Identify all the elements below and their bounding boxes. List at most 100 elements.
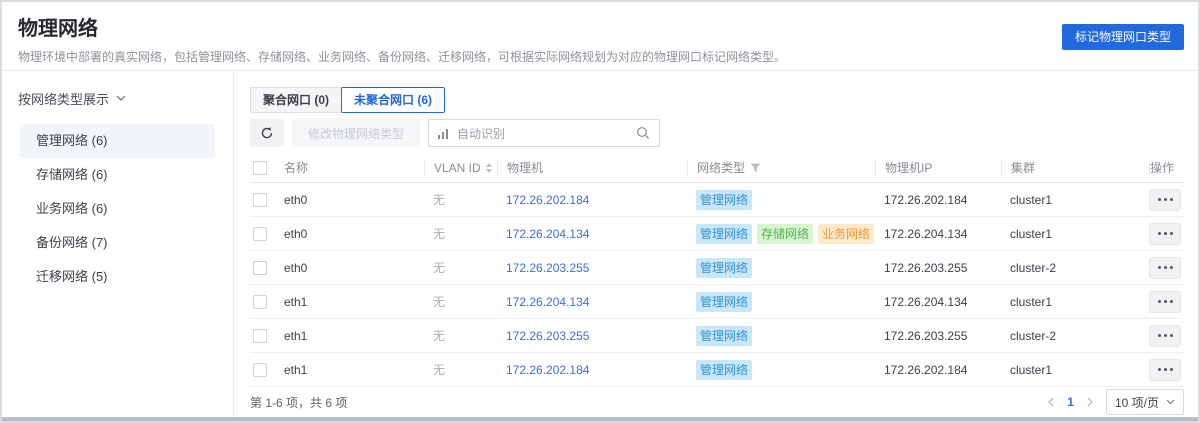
column-header-cluster[interactable]: 集群 bbox=[1001, 161, 1149, 175]
vlan-id: 无 bbox=[424, 191, 497, 208]
row-actions-button[interactable] bbox=[1149, 291, 1181, 313]
network-type-tags: 管理网络存储网络业务网络 bbox=[687, 224, 875, 244]
column-header-network-type[interactable]: 网络类型 bbox=[687, 161, 875, 175]
host-ip: 172.26.203.255 bbox=[875, 261, 1001, 275]
row-actions-button[interactable] bbox=[1149, 223, 1181, 245]
sidebar-group-toggle[interactable]: 按网络类型展示 bbox=[18, 89, 217, 108]
page-title: 物理网络 bbox=[18, 17, 1182, 41]
row-checkbox[interactable] bbox=[253, 261, 267, 275]
table-row: eth0 无 172.26.204.134 管理网络存储网络业务网络 172.2… bbox=[250, 217, 1184, 251]
row-actions-button[interactable] bbox=[1149, 359, 1181, 381]
chevron-down-icon bbox=[116, 95, 126, 102]
sort-icon[interactable] bbox=[486, 163, 492, 173]
window-bottom-edge bbox=[2, 417, 1198, 421]
host-ip: 172.26.204.134 bbox=[875, 227, 1001, 241]
sidebar-item-migration-network[interactable]: 迁移网络 (5) bbox=[20, 260, 215, 294]
row-actions-button[interactable] bbox=[1149, 257, 1181, 279]
network-type-tag: 管理网络 bbox=[696, 360, 752, 380]
tab-unaggregated-ports[interactable]: 未聚合网口 (6) bbox=[341, 87, 445, 113]
port-tabs: 聚合网口 (0) 未聚合网口 (6) bbox=[250, 87, 1184, 113]
sidebar-item-backup-network[interactable]: 备份网络 (7) bbox=[20, 226, 215, 260]
prev-page-icon[interactable] bbox=[1047, 397, 1055, 407]
column-header-host-ip[interactable]: 物理机IP bbox=[875, 161, 1001, 175]
modify-network-type-button[interactable]: 修改物理网络类型 bbox=[292, 119, 420, 147]
sidebar-group-label: 按网络类型展示 bbox=[18, 89, 109, 108]
page-header: 物理网络 物理环境中部署的真实网络，包括管理网络、存储网络、业务网络、备份网络、… bbox=[2, 2, 1198, 70]
port-name: eth0 bbox=[284, 227, 424, 241]
body-area: 按网络类型展示 管理网络 (6) 存储网络 (6) 业务网络 (6) 备份网络 … bbox=[2, 70, 1198, 419]
table-row: eth1 无 172.26.204.134 管理网络 172.26.204.13… bbox=[250, 285, 1184, 319]
search-icon[interactable] bbox=[636, 126, 650, 140]
port-name: eth0 bbox=[284, 261, 424, 275]
ellipsis-icon bbox=[1158, 368, 1161, 371]
host-link[interactable]: 172.26.204.134 bbox=[506, 295, 589, 309]
ellipsis-icon bbox=[1170, 198, 1173, 201]
sidebar-item-business-network[interactable]: 业务网络 (6) bbox=[20, 192, 215, 226]
network-type-tag: 管理网络 bbox=[696, 326, 752, 346]
pagination: 1 10 项/页 bbox=[1047, 389, 1184, 415]
physical-network-page: 物理网络 物理环境中部署的真实网络，包括管理网络、存储网络、业务网络、备份网络、… bbox=[0, 0, 1200, 423]
refresh-button[interactable] bbox=[250, 119, 284, 147]
host-ip: 172.26.204.134 bbox=[875, 295, 1001, 309]
row-checkbox[interactable] bbox=[253, 329, 267, 343]
items-summary: 第 1-6 项，共 6 项 bbox=[250, 394, 347, 411]
ellipsis-icon bbox=[1170, 300, 1173, 303]
cluster-name: cluster1 bbox=[1001, 193, 1149, 207]
host-ip: 172.26.202.184 bbox=[875, 363, 1001, 377]
sidebar-item-storage-network[interactable]: 存储网络 (6) bbox=[20, 158, 215, 192]
search-input[interactable]: 自动识别 bbox=[428, 119, 660, 147]
column-header-host[interactable]: 物理机 bbox=[497, 161, 687, 175]
network-type-tags: 管理网络 bbox=[687, 326, 875, 346]
column-header-vlan-id[interactable]: VLAN ID bbox=[424, 161, 497, 175]
vlan-id: 无 bbox=[424, 327, 497, 344]
ellipsis-icon bbox=[1158, 232, 1161, 235]
column-header-network-type-label: 网络类型 bbox=[697, 161, 745, 175]
ellipsis-icon bbox=[1170, 368, 1173, 371]
column-header-name[interactable]: 名称 bbox=[284, 159, 424, 176]
ellipsis-icon bbox=[1170, 232, 1173, 235]
host-ip: 172.26.203.255 bbox=[875, 329, 1001, 343]
vlan-id: 无 bbox=[424, 225, 497, 242]
host-link[interactable]: 172.26.203.255 bbox=[506, 261, 589, 275]
network-type-tags: 管理网络 bbox=[687, 258, 875, 278]
sidebar-items: 管理网络 (6) 存储网络 (6) 业务网络 (6) 备份网络 (7) 迁移网络… bbox=[2, 124, 233, 294]
host-link[interactable]: 172.26.203.255 bbox=[506, 329, 589, 343]
row-checkbox[interactable] bbox=[253, 295, 267, 309]
row-actions-button[interactable] bbox=[1149, 189, 1181, 211]
network-type-tags: 管理网络 bbox=[687, 360, 875, 380]
network-type-tag: 管理网络 bbox=[696, 190, 752, 210]
cluster-name: cluster1 bbox=[1001, 227, 1149, 241]
network-type-tag: 存储网络 bbox=[757, 224, 813, 244]
cluster-name: cluster1 bbox=[1001, 295, 1149, 309]
row-checkbox[interactable] bbox=[253, 363, 267, 377]
select-all-checkbox[interactable] bbox=[253, 161, 267, 175]
next-page-icon[interactable] bbox=[1086, 397, 1094, 407]
vlan-id: 无 bbox=[424, 259, 497, 276]
row-actions-button[interactable] bbox=[1149, 325, 1181, 347]
page-subtitle: 物理环境中部署的真实网络，包括管理网络、存储网络、业务网络、备份网络、迁移网络，… bbox=[18, 48, 1182, 65]
mark-port-type-button[interactable]: 标记物理网口类型 bbox=[1062, 24, 1184, 50]
host-link[interactable]: 172.26.202.184 bbox=[506, 363, 589, 377]
ellipsis-icon bbox=[1164, 232, 1167, 235]
vlan-id: 无 bbox=[424, 293, 497, 310]
host-link[interactable]: 172.26.204.134 bbox=[506, 227, 589, 241]
ellipsis-icon bbox=[1170, 334, 1173, 337]
page-size-select[interactable]: 10 项/页 bbox=[1106, 389, 1184, 415]
vlan-id: 无 bbox=[424, 361, 497, 378]
page-number[interactable]: 1 bbox=[1067, 395, 1074, 409]
cluster-name: cluster1 bbox=[1001, 363, 1149, 377]
table-row: eth0 无 172.26.203.255 管理网络 172.26.203.25… bbox=[250, 251, 1184, 285]
row-checkbox[interactable] bbox=[253, 227, 267, 241]
search-placeholder: 自动识别 bbox=[457, 125, 629, 142]
refresh-icon bbox=[260, 126, 274, 140]
tab-aggregated-ports[interactable]: 聚合网口 (0) bbox=[250, 87, 342, 113]
column-header-vlan-label: VLAN ID bbox=[434, 161, 481, 175]
toolbar: 修改物理网络类型 自动识别 bbox=[250, 119, 1184, 147]
ellipsis-icon bbox=[1164, 198, 1167, 201]
ellipsis-icon bbox=[1158, 198, 1161, 201]
sidebar-item-manage-network[interactable]: 管理网络 (6) bbox=[20, 124, 215, 158]
row-checkbox[interactable] bbox=[253, 193, 267, 207]
network-type-tags: 管理网络 bbox=[687, 292, 875, 312]
host-link[interactable]: 172.26.202.184 bbox=[506, 193, 589, 207]
filter-icon[interactable] bbox=[750, 163, 761, 173]
